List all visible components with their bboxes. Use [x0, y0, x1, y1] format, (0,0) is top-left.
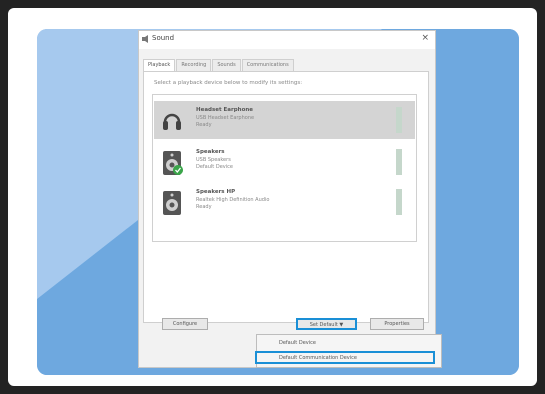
device-status: Default Device: [196, 164, 233, 170]
close-icon[interactable]: ×: [421, 33, 429, 43]
title-bar: Sound ×: [139, 31, 435, 49]
properties-button[interactable]: Properties: [370, 318, 424, 330]
device-item-speakers-hp[interactable]: Speakers HP Realtek High Definition Audi…: [154, 183, 415, 221]
device-name: Headset Earphone: [196, 107, 253, 113]
device-name: Speakers: [196, 149, 225, 155]
set-default-button[interactable]: Set Default ▼: [296, 318, 357, 330]
tab-recording[interactable]: Recording: [176, 59, 212, 71]
tab-playback[interactable]: Playback: [143, 59, 176, 71]
volume-meter: [396, 107, 402, 133]
device-item-headset[interactable]: Headset Earphone USB Headset Earphone Re…: [154, 101, 415, 139]
set-default-dropdown: Default Device Default Communication Dev…: [255, 334, 442, 368]
device-description: USB Headset Earphone: [196, 115, 255, 121]
speaker-icon: [163, 191, 181, 215]
tab-communications[interactable]: Communications: [241, 59, 294, 71]
instruction-text: Select a playback device below to modify…: [154, 80, 303, 86]
tab-sounds[interactable]: Sounds: [212, 59, 241, 71]
device-status: Ready: [196, 204, 212, 210]
device-status: Ready: [196, 122, 212, 128]
device-item-speakers[interactable]: Speakers USB Speakers Default Device: [154, 143, 415, 181]
menu-item-default-communication-device[interactable]: Default Communication Device: [255, 351, 435, 364]
menu-item-label: Default Communication Device: [279, 355, 357, 361]
volume-meter: [396, 189, 402, 215]
playback-tab-panel: Select a playback device below to modify…: [143, 71, 429, 323]
sound-app-icon: [142, 35, 148, 43]
default-check-icon: [173, 165, 183, 175]
headset-icon: [163, 113, 181, 130]
volume-meter: [396, 149, 402, 175]
menu-item-default-device[interactable]: Default Device: [279, 340, 316, 346]
configure-button[interactable]: Configure: [162, 318, 208, 330]
device-name: Speakers HP: [196, 189, 236, 195]
device-list: Headset Earphone USB Headset Earphone Re…: [152, 94, 417, 242]
device-description: USB Speakers: [196, 157, 231, 163]
tab-strip: Playback Recording Sounds Communications: [143, 59, 295, 71]
dialog-title: Sound: [152, 34, 175, 42]
device-description: Realtek High Definition Audio: [196, 197, 270, 203]
